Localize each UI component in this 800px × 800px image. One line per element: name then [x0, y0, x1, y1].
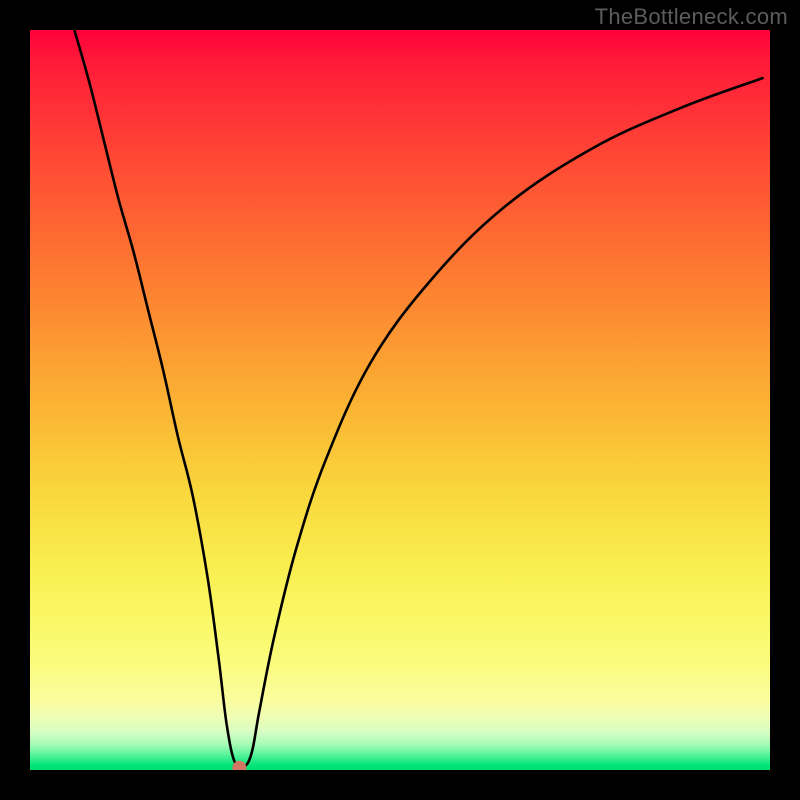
plot-area — [30, 30, 770, 770]
watermark-text: TheBottleneck.com — [595, 4, 788, 30]
curve-layer — [30, 30, 770, 770]
chart-frame: TheBottleneck.com — [0, 0, 800, 800]
bottleneck-curve — [74, 30, 762, 768]
